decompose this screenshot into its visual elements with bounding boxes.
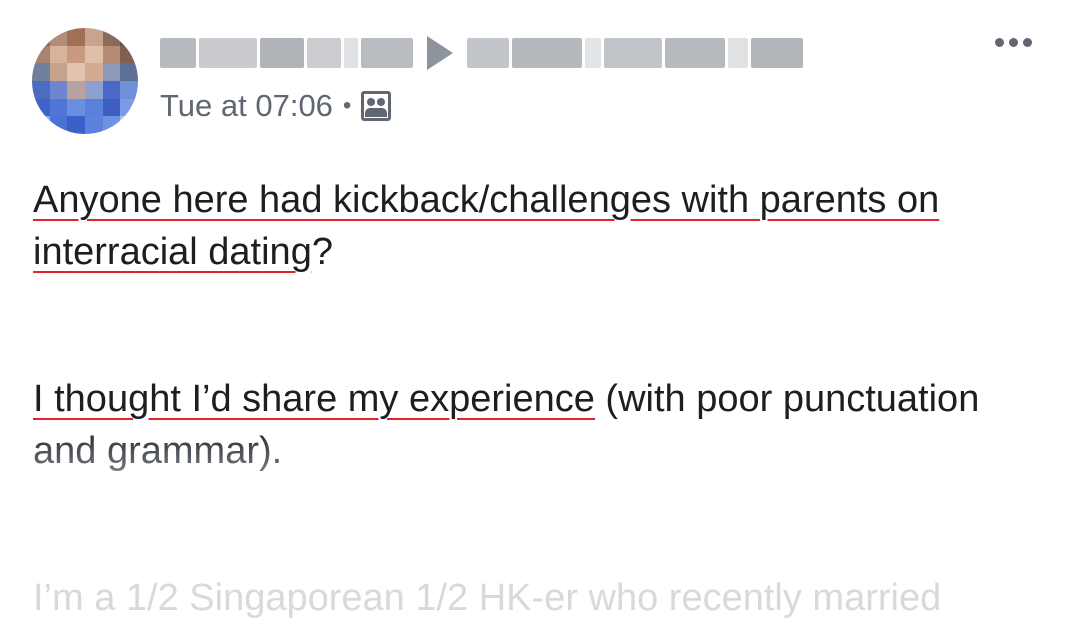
- avatar[interactable]: [32, 28, 138, 134]
- avatar-pixel: [67, 45, 85, 64]
- group-icon: [361, 91, 392, 121]
- avatar-pixel: [49, 63, 68, 81]
- avatar-pixel: [32, 63, 50, 81]
- avatar-pixel: [49, 80, 68, 99]
- avatar-pixel: [102, 28, 121, 46]
- avatar-pixel: [84, 45, 103, 64]
- avatar-pixel: [32, 80, 50, 99]
- avatar-pixel: [49, 116, 68, 134]
- separator: •: [342, 92, 352, 119]
- avatar-pixel: [102, 116, 121, 134]
- avatar-pixel: [120, 63, 138, 81]
- avatar-pixel: [84, 116, 103, 134]
- avatar-pixel: [120, 45, 138, 64]
- avatar-pixel: [120, 116, 138, 134]
- author-name-redacted[interactable]: [160, 36, 413, 70]
- arrow-right-icon: [427, 36, 453, 70]
- avatar-pixel: [49, 98, 68, 117]
- avatar-pixel: [84, 80, 103, 99]
- avatar-pixel: [49, 28, 68, 46]
- avatar-pixel: [120, 80, 138, 99]
- avatar-pixel: [67, 116, 85, 134]
- avatar-pixel: [32, 116, 50, 134]
- paragraph-1: Anyone here had kickback/challenges with…: [33, 174, 1048, 278]
- avatar-pixel: [49, 45, 68, 64]
- paragraph-2-underlined: I thought I’d share my experience: [33, 378, 595, 420]
- avatar-pixel: [120, 28, 138, 46]
- paragraph-1-tail: ?: [311, 231, 333, 273]
- avatar-pixel: [84, 28, 103, 46]
- group-name-redacted[interactable]: [467, 36, 803, 70]
- avatar-pixel: [32, 28, 50, 46]
- avatar-pixel: [102, 98, 121, 117]
- avatar-pixel: [67, 98, 85, 117]
- avatar-pixel: [32, 98, 50, 117]
- avatar-pixel: [84, 98, 103, 117]
- avatar-pixel: [67, 80, 85, 99]
- post-meta: Tue at 07:06 •: [160, 88, 392, 124]
- post-card: Tue at 07:06 • Anyone here had kickback/…: [0, 0, 1080, 624]
- paragraph-1-underlined: Anyone here had kickback/challenges with…: [33, 179, 940, 273]
- author-header: [160, 32, 803, 74]
- avatar-pixel: [102, 63, 121, 81]
- timestamp[interactable]: Tue at 07:06: [160, 88, 333, 124]
- avatar-pixel: [102, 80, 121, 99]
- avatar-pixel: [67, 63, 85, 81]
- avatar-pixel: [84, 63, 103, 81]
- more-options-icon[interactable]: [995, 38, 1032, 47]
- avatar-pixel: [32, 45, 50, 64]
- avatar-pixel: [120, 98, 138, 117]
- avatar-pixel: [102, 45, 121, 64]
- paragraph-3-faded: I’m a 1/2 Singaporean 1/2 HK-er who rece…: [33, 577, 942, 619]
- paragraph-2: I thought I’d share my experience (with …: [33, 373, 1048, 477]
- avatar-pixel: [67, 28, 85, 46]
